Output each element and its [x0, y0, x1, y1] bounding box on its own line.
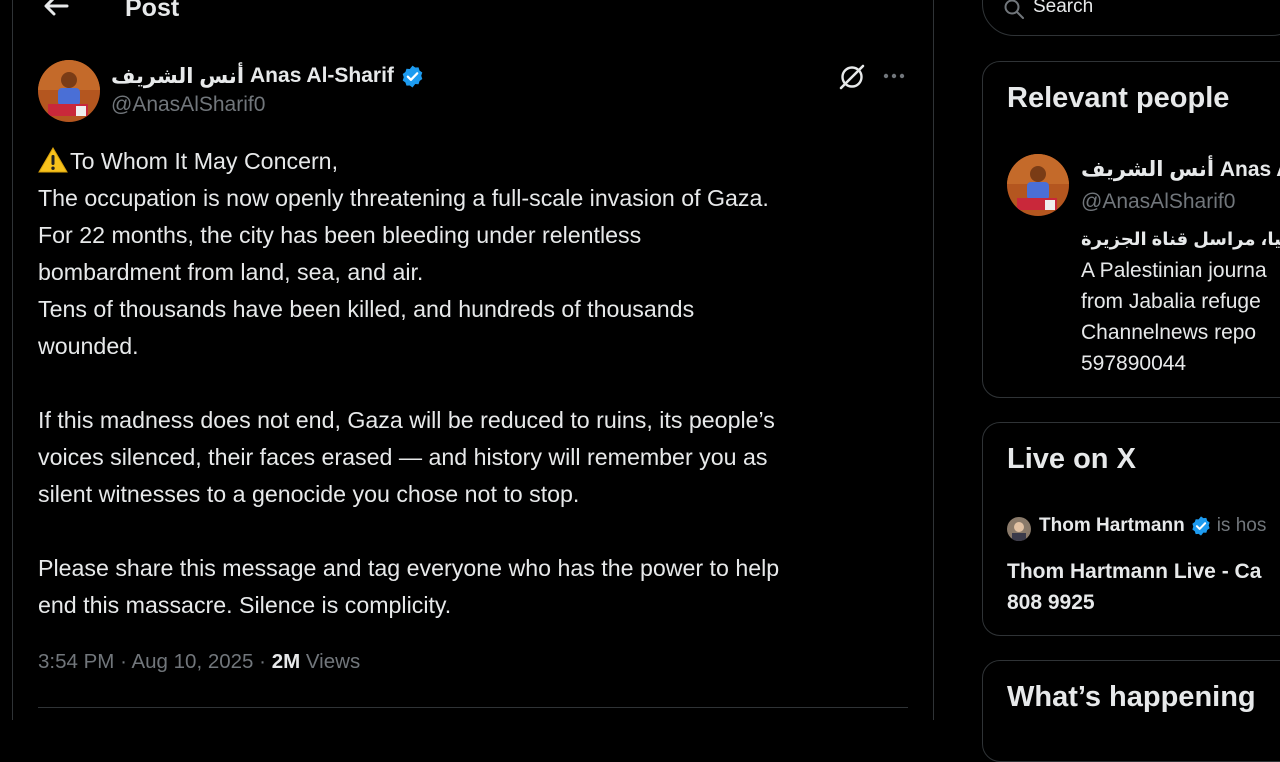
post-meta: 3:54 PM · Aug 10, 2025 · 2M Views	[38, 650, 360, 674]
post-line: voices silenced, their faces erased — an…	[38, 444, 768, 470]
relevant-person-handle[interactable]: @AnasAlSharif0	[1081, 190, 1235, 214]
author-handle[interactable]: @AnasAlSharif0	[111, 93, 265, 117]
post-line: Please share this message and tag everyo…	[38, 555, 780, 581]
bio-line: A Palestinian journa	[1081, 259, 1267, 282]
live-host-row[interactable]: Thom Hartmann is hos	[1039, 515, 1266, 537]
post-header: Post	[13, 0, 933, 30]
author-arabic-name: أنس الشريف	[111, 64, 245, 88]
live-on-x-card: Live on X Thom Hartmann is hos Thom Hart…	[982, 422, 1280, 636]
avatar[interactable]	[38, 60, 100, 122]
verified-badge-icon	[1190, 515, 1212, 537]
post-line: For 22 months, the city has been bleedin…	[38, 222, 642, 248]
meta-separator: ·	[120, 650, 127, 673]
post-line: bombardment from land, sea, and air.	[38, 259, 424, 285]
live-title: Live on X	[1007, 443, 1136, 475]
bio-line: from Jabalia refuge	[1081, 290, 1261, 313]
relevant-people-title: Relevant people	[1007, 82, 1230, 114]
post-line: Tens of thousands have been killed, and …	[38, 296, 695, 322]
whats-happening-card: What’s happening	[982, 660, 1280, 762]
post-line: The occupation is now openly threatening…	[38, 185, 769, 211]
post-column: Post أنس الشريف Anas Al-Sharif @AnasAlSh…	[13, 0, 934, 720]
grok-icon[interactable]	[838, 63, 866, 91]
post-time[interactable]: 3:54 PM	[38, 650, 114, 673]
post-line: silent witnesses to a genocide you chose…	[38, 481, 580, 507]
post-line: If this madness does not end, Gaza will …	[38, 407, 775, 433]
live-host-name: Thom Hartmann	[1039, 515, 1185, 536]
post-date[interactable]: Aug 10, 2025	[131, 650, 253, 673]
author-name: Anas Al-Sharif	[250, 64, 394, 87]
page-title: Post	[125, 0, 180, 22]
bio-line: 597890044	[1081, 352, 1187, 375]
relevant-people-card: Relevant people أنس الشريف Anas Al... @A…	[982, 61, 1280, 398]
verified-badge-icon[interactable]	[400, 64, 425, 89]
views-count[interactable]: 2M	[272, 650, 300, 673]
bio-arabic-line: م جباليا، مراسل قناة الجزيرة	[1081, 229, 1280, 249]
search-input[interactable]: Search	[982, 0, 1280, 36]
warning-emoji-icon	[38, 147, 68, 173]
search-icon	[1003, 0, 1025, 20]
relevant-person-name[interactable]: أنس الشريف Anas Al...	[1081, 157, 1280, 182]
post-line: wounded.	[38, 333, 139, 359]
post-line: end this massacre. Silence is complicity…	[38, 592, 452, 618]
more-horizontal-icon[interactable]	[879, 62, 909, 90]
post-line: To Whom It May Concern,	[38, 143, 913, 180]
avatar[interactable]	[1007, 154, 1069, 216]
live-show-title[interactable]: Thom Hartmann Live - Ca 808 9925	[1007, 556, 1261, 618]
avatar[interactable]	[1007, 517, 1031, 541]
divider	[38, 707, 908, 708]
whats-happening-title: What’s happening	[1007, 681, 1256, 713]
author-name-row[interactable]: أنس الشريف Anas Al-Sharif	[111, 61, 425, 91]
bio-line: Channelnews repo	[1081, 321, 1257, 344]
hosting-text: is hos	[1216, 515, 1267, 536]
post-text: To Whom It May Concern, The occupation i…	[38, 143, 913, 624]
views-label: Views	[305, 650, 361, 673]
meta-separator: ·	[259, 650, 266, 673]
relevant-person-bio: م جباليا، مراسل قناة الجزيرة A Palestini…	[1081, 224, 1280, 379]
search-placeholder: Search	[1033, 0, 1094, 17]
arrow-left-icon[interactable]	[41, 0, 71, 18]
